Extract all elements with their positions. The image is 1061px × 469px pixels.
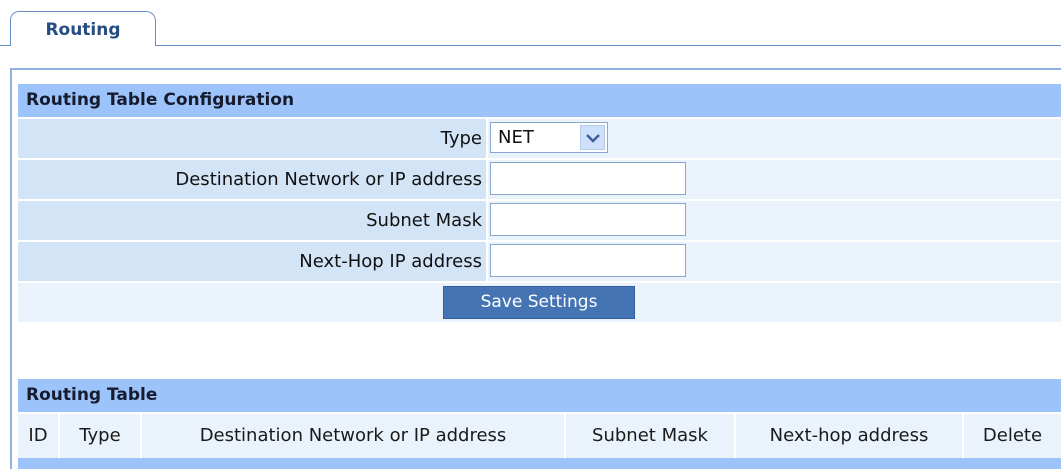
tab-bar: Routing xyxy=(0,0,1061,46)
subnet-cell xyxy=(488,201,1061,240)
type-label: Type xyxy=(18,119,486,158)
nexthop-cell xyxy=(488,242,1061,281)
nexthop-input[interactable] xyxy=(490,244,686,277)
column-destination: Destination Network or IP address xyxy=(199,425,507,446)
chevron-down-icon[interactable] xyxy=(580,125,605,150)
column-type: Type xyxy=(79,425,121,446)
save-settings-button[interactable]: Save Settings xyxy=(443,286,635,319)
save-row: Save Settings xyxy=(18,281,1061,322)
nexthop-label: Next-Hop IP address xyxy=(18,242,486,281)
type-cell: NET xyxy=(488,119,1061,158)
routing-table-footer xyxy=(18,458,1061,469)
nexthop-row: Next-Hop IP address xyxy=(18,240,1061,281)
tab-bar-divider xyxy=(0,45,1061,46)
destination-row: Destination Network or IP address xyxy=(18,158,1061,199)
subnet-mask-input[interactable] xyxy=(490,203,686,236)
type-select-value: NET xyxy=(498,127,534,148)
column-next-hop: Next-hop address xyxy=(769,425,929,446)
routing-table-columns: ID Type Destination Network or IP addres… xyxy=(18,412,1061,458)
column-delete: Delete xyxy=(982,425,1043,446)
column-id: ID xyxy=(28,425,48,446)
type-row: Type NET xyxy=(18,117,1061,158)
destination-label: Destination Network or IP address xyxy=(18,160,486,199)
config-section-header: Routing Table Configuration xyxy=(18,84,1061,117)
destination-cell xyxy=(488,160,1061,199)
subnet-row: Subnet Mask xyxy=(18,199,1061,240)
type-select[interactable]: NET xyxy=(490,122,608,153)
routing-table-header: Routing Table xyxy=(18,379,1061,412)
tab-routing[interactable]: Routing xyxy=(10,11,156,46)
column-subnet-mask: Subnet Mask xyxy=(592,425,708,446)
subnet-label: Subnet Mask xyxy=(18,201,486,240)
destination-input[interactable] xyxy=(490,162,686,195)
